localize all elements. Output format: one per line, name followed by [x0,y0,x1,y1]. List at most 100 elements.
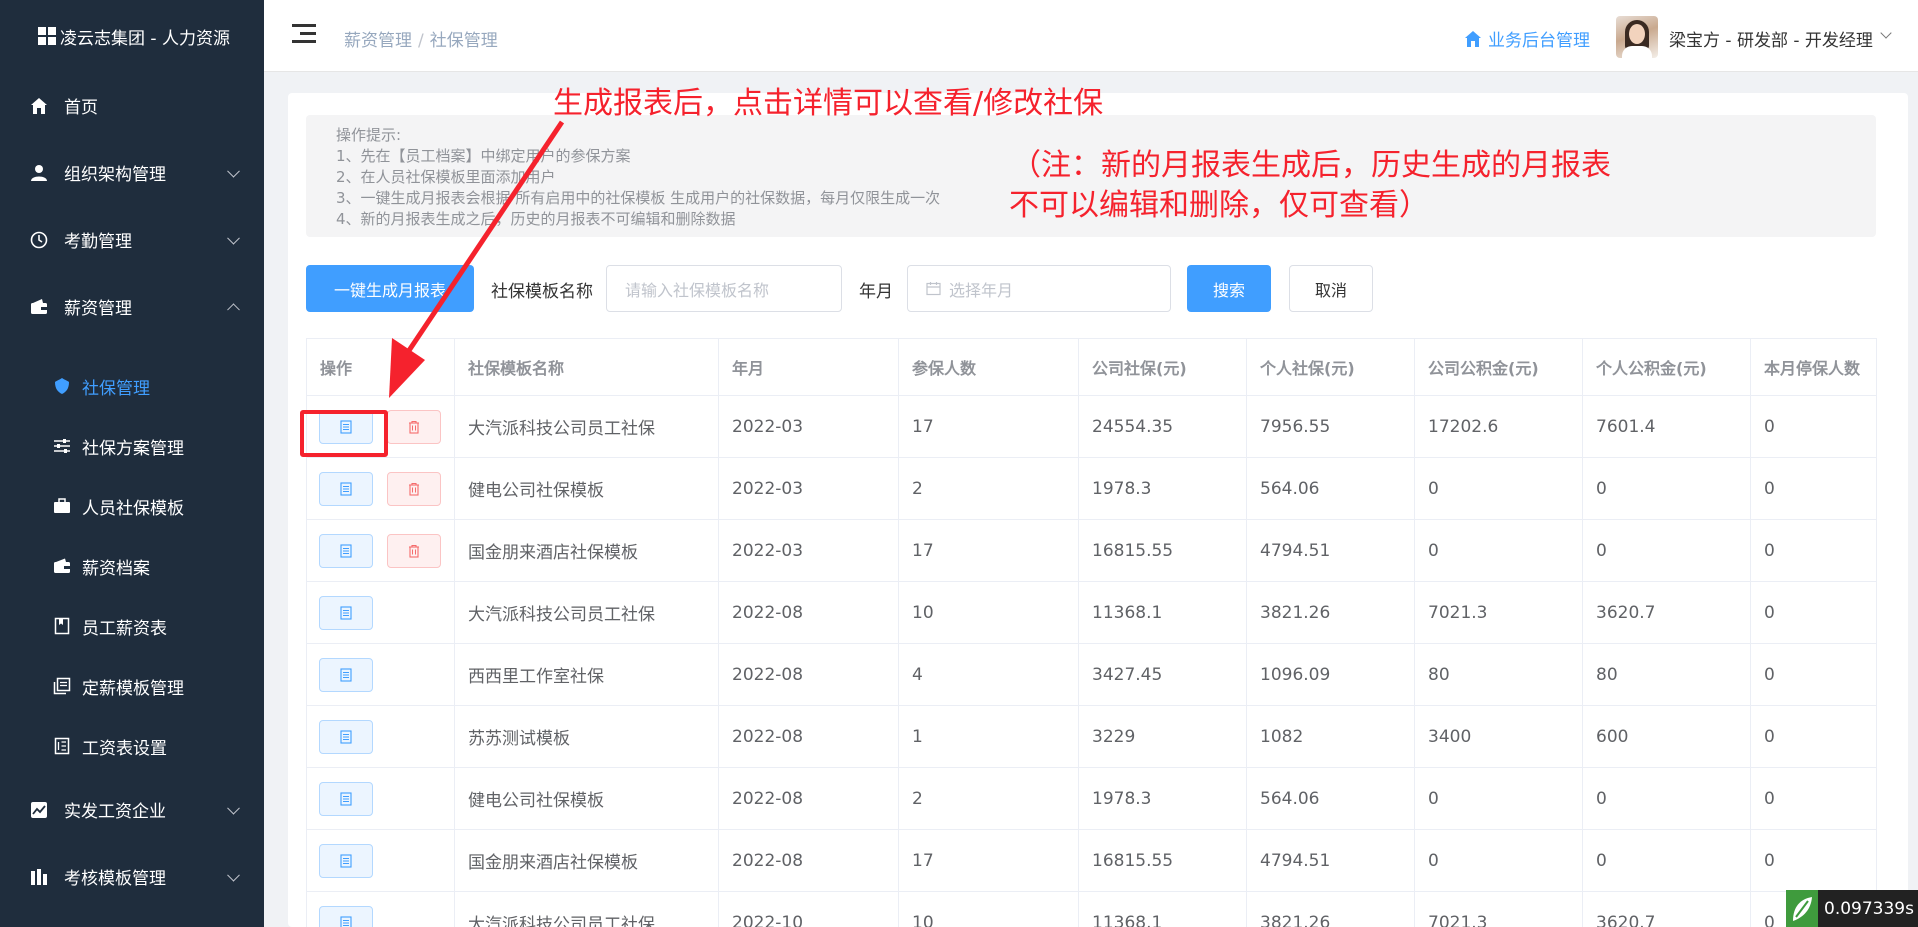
trash-icon [409,482,419,496]
sidebar-item-attendance[interactable]: 考勤管理 [0,206,264,273]
detail-button[interactable] [319,905,373,927]
trash-icon [409,544,419,558]
month-picker[interactable]: 选择年月 [907,265,1171,312]
table-row: 国金朋来酒店社保模板 2022-03 17 16815.55 4794.51 0 0 0 [306,519,1877,582]
table-cell-count: 17 [898,395,1079,458]
detail-button[interactable] [319,781,373,816]
detail-button[interactable] [319,595,373,630]
template-name-label: 社保模板名称 [491,282,593,302]
table-cell-company-hf: 7021.3 [1414,891,1583,927]
cancel-button[interactable]: 取消 [1289,265,1373,312]
table-cell-company-hf: 0 [1414,457,1583,520]
biz-admin-link[interactable]: 业务后台管理 [1464,26,1590,51]
table-cell-month: 2022-03 [718,519,899,582]
document-icon [340,791,352,806]
table-cell-personal-ss: 564.06 [1246,767,1415,830]
table-cell-stopped: 0 [1750,395,1877,458]
delete-button[interactable] [387,471,441,506]
sidebar-item-label: 考勤管理 [64,232,132,252]
breadcrumb-current: 社保管理 [429,31,498,51]
table-cell-personal-hf: 3620.7 [1582,581,1751,644]
annotation-note-line2: 不可以编辑和删除，仅可查看） [1009,188,1429,223]
template-name-input[interactable]: 请输入社保模板名称 [606,265,842,312]
column-header: 公司公积金(元) [1414,338,1583,396]
chevron-up-icon [227,302,240,316]
annotation-note-line1: （注：新的月报表生成后，历史生成的月报表 [1011,148,1611,183]
detail-button[interactable] [319,471,373,506]
user-info[interactable]: 梁宝方 - 研发部 - 开发经理 [1669,26,1873,51]
table-cell-personal-ss: 7956.55 [1246,395,1415,458]
sidebar-item-person-template[interactable]: 人员社保模板 [0,476,264,536]
operation-cell [306,519,455,582]
document-icon [340,915,352,927]
table-cell-name: 西西里工作室社保 [454,643,719,706]
table-cell-count: 10 [898,891,1079,927]
chevron-down-icon [227,801,240,815]
menu-toggle-icon[interactable] [292,24,316,44]
sidebar-item-salary-template[interactable]: 定薪模板管理 [0,656,264,716]
generate-report-button[interactable]: 一键生成月报表 [306,265,474,312]
chevron-down-icon [227,868,240,882]
search-button[interactable]: 搜索 [1187,265,1271,312]
table-cell-personal-ss: 1082 [1246,705,1415,768]
table-cell-month: 2022-08 [718,643,899,706]
sidebar-item-actual-pay[interactable]: 实发工资企业 [0,776,264,843]
breadcrumb: 薪资管理 / 社保管理 [344,26,498,51]
trash-icon [409,420,419,434]
table-cell-personal-hf: 0 [1582,457,1751,520]
detail-button[interactable] [319,719,373,754]
column-header: 社保模板名称 [454,338,719,396]
table-cell-personal-hf: 600 [1582,705,1751,768]
table-cell-personal-ss: 1096.09 [1246,643,1415,706]
sidebar-item-ss-plan[interactable]: 社保方案管理 [0,416,264,476]
timer-badge: 0.097339s [1786,890,1918,927]
sidebar-item-org[interactable]: 组织架构管理 [0,139,264,206]
sidebar-item-assessment[interactable]: 考核模板管理 [0,843,264,910]
table-cell-stopped: 0 [1750,767,1877,830]
table-cell-stopped: 0 [1750,705,1877,768]
delete-button[interactable] [387,409,441,444]
operation-cell [306,457,455,520]
shield-icon [52,376,72,396]
detail-button[interactable] [319,843,373,878]
document-icon [340,667,352,682]
chevron-down-icon [227,164,240,178]
user-icon [28,162,50,184]
sidebar-item-salary-archive[interactable]: 薪资档案 [0,536,264,596]
sidebar-item-social-security[interactable]: 社保管理 [0,356,264,416]
sidebar-item-home[interactable]: 首页 [0,72,264,139]
avatar[interactable] [1616,16,1658,58]
sidebar-item-label: 薪资管理 [64,299,132,319]
sidebar-item-label: 实发工资企业 [64,802,166,822]
table-cell-company-ss: 16815.55 [1078,829,1247,892]
month-label: 年月 [859,282,893,302]
breadcrumb-parent[interactable]: 薪资管理 [344,31,412,51]
table-cell-personal-ss: 4794.51 [1246,519,1415,582]
clock-icon [28,229,50,251]
brand[interactable]: 凌云志集团 - 人力资源 [0,0,264,72]
chevron-down-icon[interactable] [1880,27,1892,39]
table-cell-company-hf: 0 [1414,767,1583,830]
bar-icon [28,866,50,888]
table-cell-month: 2022-03 [718,395,899,458]
table-row: 健电公司社保模板 2022-08 2 1978.3 564.06 0 0 0 [306,767,1877,830]
detail-button[interactable] [319,657,373,692]
table-cell-company-ss: 16815.55 [1078,519,1247,582]
sidebar-item-label: 工资表设置 [82,738,167,759]
sidebar-item-employee-salary[interactable]: 员工薪资表 [0,596,264,656]
table-cell-personal-hf: 0 [1582,519,1751,582]
table-cell-name: 健电公司社保模板 [454,767,719,830]
table-cell-count: 17 [898,829,1079,892]
table-cell-month: 2022-08 [718,581,899,644]
detail-button[interactable] [319,533,373,568]
delete-button[interactable] [387,533,441,568]
table-cell-count: 1 [898,705,1079,768]
table-row: 健电公司社保模板 2022-03 2 1978.3 564.06 0 0 0 [306,457,1877,520]
home-icon [1465,30,1481,47]
document-icon [340,605,352,620]
table-cell-personal-ss: 564.06 [1246,457,1415,520]
column-header: 操作 [306,338,455,396]
sidebar-item-salary[interactable]: 薪资管理 [0,273,264,340]
sidebar-item-payroll-settings[interactable]: 工资表设置 [0,716,264,776]
table-cell-month: 2022-08 [718,829,899,892]
